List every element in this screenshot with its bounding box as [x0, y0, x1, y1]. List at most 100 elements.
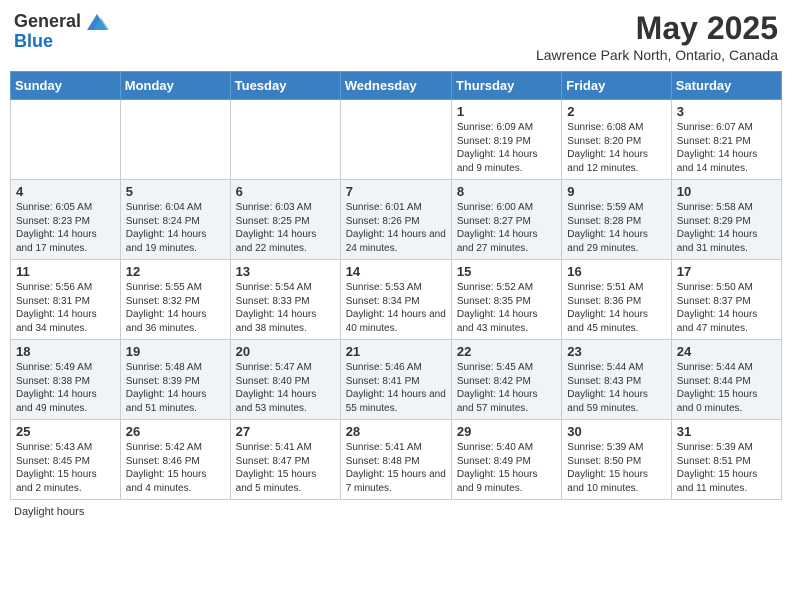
calendar-cell: 11 Sunrise: 5:56 AM Sunset: 8:31 PM Dayli… [11, 260, 121, 340]
calendar-week-row: 4 Sunrise: 6:05 AM Sunset: 8:23 PM Daylig… [11, 180, 782, 260]
calendar-week-row: 18 Sunrise: 5:49 AM Sunset: 8:38 PM Dayli… [11, 340, 782, 420]
day-number: 7 [346, 184, 446, 199]
calendar-cell [120, 100, 230, 180]
day-number: 20 [236, 344, 335, 359]
calendar-day-header: Friday [562, 72, 671, 100]
calendar-day-header: Sunday [11, 72, 121, 100]
calendar-cell: 27 Sunrise: 5:41 AM Sunset: 8:47 PM Dayli… [230, 420, 340, 500]
cell-content: Sunrise: 5:47 AM Sunset: 8:40 PM Dayligh… [236, 361, 335, 415]
day-number: 26 [126, 424, 225, 439]
day-number: 28 [346, 424, 446, 439]
cell-content: Sunrise: 5:42 AM Sunset: 8:46 PM Dayligh… [126, 441, 225, 495]
day-number: 29 [457, 424, 556, 439]
cell-content: Sunrise: 5:41 AM Sunset: 8:48 PM Dayligh… [346, 441, 446, 495]
day-number: 23 [567, 344, 665, 359]
calendar-cell [11, 100, 121, 180]
calendar-cell: 20 Sunrise: 5:47 AM Sunset: 8:40 PM Dayli… [230, 340, 340, 420]
cell-content: Sunrise: 6:05 AM Sunset: 8:23 PM Dayligh… [16, 201, 115, 255]
day-number: 13 [236, 264, 335, 279]
calendar-cell: 18 Sunrise: 5:49 AM Sunset: 8:38 PM Dayli… [11, 340, 121, 420]
calendar-cell: 9Sunrise: 5:59 AM Sunset: 8:28 PM Daylig… [562, 180, 671, 260]
calendar-cell: 3 Sunrise: 6:07 AM Sunset: 8:21 PM Daylig… [671, 100, 781, 180]
cell-content: Sunrise: 6:01 AM Sunset: 8:26 PM Dayligh… [346, 201, 446, 255]
cell-content: Sunrise: 5:44 AM Sunset: 8:43 PM Dayligh… [567, 361, 665, 415]
day-number: 11 [16, 264, 115, 279]
cell-content: Sunrise: 6:03 AM Sunset: 8:25 PM Dayligh… [236, 201, 335, 255]
day-number: 25 [16, 424, 115, 439]
day-number: 14 [346, 264, 446, 279]
day-number: 30 [567, 424, 665, 439]
calendar-cell: 5Sunrise: 6:04 AM Sunset: 8:24 PM Daylig… [120, 180, 230, 260]
day-number: 22 [457, 344, 556, 359]
logo: General Blue [14, 10, 111, 52]
cell-content: Sunrise: 6:08 AM Sunset: 8:20 PM Dayligh… [567, 121, 665, 175]
calendar-cell [340, 100, 451, 180]
day-number: 10 [677, 184, 776, 199]
day-number: 31 [677, 424, 776, 439]
calendar-cell: 12 Sunrise: 5:55 AM Sunset: 8:32 PM Dayli… [120, 260, 230, 340]
day-number: 4 [16, 184, 115, 199]
calendar-cell: 2 Sunrise: 6:08 AM Sunset: 8:20 PM Daylig… [562, 100, 671, 180]
location: Lawrence Park North, Ontario, Canada [536, 47, 778, 63]
day-number: 6 [236, 184, 335, 199]
logo-icon [83, 10, 111, 34]
calendar-day-header: Monday [120, 72, 230, 100]
daylight-label: Daylight hours [14, 506, 84, 518]
calendar-cell: 30 Sunrise: 5:39 AM Sunset: 8:50 PM Dayli… [562, 420, 671, 500]
cell-content: Sunrise: 5:45 AM Sunset: 8:42 PM Dayligh… [457, 361, 556, 415]
cell-content: Sunrise: 6:09 AM Sunset: 8:19 PM Dayligh… [457, 121, 556, 175]
calendar-day-header: Saturday [671, 72, 781, 100]
day-number: 17 [677, 264, 776, 279]
cell-content: Sunrise: 5:55 AM Sunset: 8:32 PM Dayligh… [126, 281, 225, 335]
day-number: 19 [126, 344, 225, 359]
calendar-cell: 8Sunrise: 6:00 AM Sunset: 8:27 PM Daylig… [451, 180, 561, 260]
calendar-cell: 17Sunrise: 5:50 AM Sunset: 8:37 PM Dayli… [671, 260, 781, 340]
cell-content: Sunrise: 6:04 AM Sunset: 8:24 PM Dayligh… [126, 201, 225, 255]
cell-content: Sunrise: 5:39 AM Sunset: 8:50 PM Dayligh… [567, 441, 665, 495]
calendar-cell: 15 Sunrise: 5:52 AM Sunset: 8:35 PM Dayli… [451, 260, 561, 340]
calendar-table: SundayMondayTuesdayWednesdayThursdayFrid… [10, 71, 782, 500]
calendar-week-row: 1 Sunrise: 6:09 AM Sunset: 8:19 PM Daylig… [11, 100, 782, 180]
calendar-day-header: Tuesday [230, 72, 340, 100]
day-number: 16 [567, 264, 665, 279]
cell-content: Sunrise: 6:07 AM Sunset: 8:21 PM Dayligh… [677, 121, 776, 175]
cell-content: Sunrise: 5:54 AM Sunset: 8:33 PM Dayligh… [236, 281, 335, 335]
day-number: 18 [16, 344, 115, 359]
calendar-cell: 4 Sunrise: 6:05 AM Sunset: 8:23 PM Daylig… [11, 180, 121, 260]
day-number: 12 [126, 264, 225, 279]
day-number: 15 [457, 264, 556, 279]
title-block: May 2025 Lawrence Park North, Ontario, C… [536, 10, 778, 63]
calendar-header-row: SundayMondayTuesdayWednesdayThursdayFrid… [11, 72, 782, 100]
calendar-cell: 10Sunrise: 5:58 AM Sunset: 8:29 PM Dayli… [671, 180, 781, 260]
calendar-day-header: Thursday [451, 72, 561, 100]
calendar-week-row: 25 Sunrise: 5:43 AM Sunset: 8:45 PM Dayli… [11, 420, 782, 500]
calendar-cell: 28 Sunrise: 5:41 AM Sunset: 8:48 PM Dayli… [340, 420, 451, 500]
day-number: 1 [457, 104, 556, 119]
cell-content: Sunrise: 5:52 AM Sunset: 8:35 PM Dayligh… [457, 281, 556, 335]
day-number: 21 [346, 344, 446, 359]
cell-content: Sunrise: 5:39 AM Sunset: 8:51 PM Dayligh… [677, 441, 776, 495]
day-number: 3 [677, 104, 776, 119]
cell-content: Sunrise: 5:56 AM Sunset: 8:31 PM Dayligh… [16, 281, 115, 335]
cell-content: Sunrise: 5:40 AM Sunset: 8:49 PM Dayligh… [457, 441, 556, 495]
calendar-cell: 16 Sunrise: 5:51 AM Sunset: 8:36 PM Dayli… [562, 260, 671, 340]
cell-content: Sunrise: 5:43 AM Sunset: 8:45 PM Dayligh… [16, 441, 115, 495]
calendar-week-row: 11 Sunrise: 5:56 AM Sunset: 8:31 PM Dayli… [11, 260, 782, 340]
logo-general: General [14, 12, 81, 32]
cell-content: Sunrise: 5:41 AM Sunset: 8:47 PM Dayligh… [236, 441, 335, 495]
cell-content: Sunrise: 5:51 AM Sunset: 8:36 PM Dayligh… [567, 281, 665, 335]
day-number: 27 [236, 424, 335, 439]
cell-content: Sunrise: 5:46 AM Sunset: 8:41 PM Dayligh… [346, 361, 446, 415]
calendar-cell: 19 Sunrise: 5:48 AM Sunset: 8:39 PM Dayli… [120, 340, 230, 420]
cell-content: Sunrise: 5:49 AM Sunset: 8:38 PM Dayligh… [16, 361, 115, 415]
cell-content: Sunrise: 5:48 AM Sunset: 8:39 PM Dayligh… [126, 361, 225, 415]
calendar-cell: 31 Sunrise: 5:39 AM Sunset: 8:51 PM Dayli… [671, 420, 781, 500]
page-header: General Blue May 2025 Lawrence Park Nort… [10, 10, 782, 63]
day-number: 2 [567, 104, 665, 119]
calendar-day-header: Wednesday [340, 72, 451, 100]
calendar-cell [230, 100, 340, 180]
calendar-cell: 14Sunrise: 5:53 AM Sunset: 8:34 PM Dayli… [340, 260, 451, 340]
calendar-cell: 22 Sunrise: 5:45 AM Sunset: 8:42 PM Dayli… [451, 340, 561, 420]
calendar-cell: 6 Sunrise: 6:03 AM Sunset: 8:25 PM Daylig… [230, 180, 340, 260]
calendar-cell: 25 Sunrise: 5:43 AM Sunset: 8:45 PM Dayli… [11, 420, 121, 500]
